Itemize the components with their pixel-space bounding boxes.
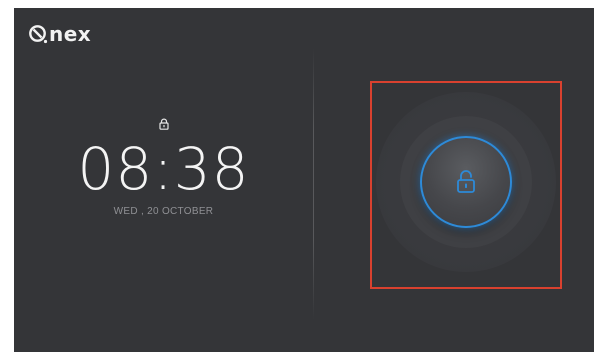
brand-logo: nex	[28, 24, 91, 44]
clock-time: 08:38	[77, 135, 250, 203]
divider	[313, 48, 314, 320]
unlock-highlight-frame	[370, 81, 562, 289]
lock-screen: nex 08:38 WED , 20 OCTOBER	[14, 8, 594, 352]
logo-text: nex	[49, 22, 92, 46]
nex-logo-icon	[29, 25, 48, 44]
clock-area: 08:38 WED , 20 OCTOBER	[14, 118, 313, 217]
clock-date: WED , 20 OCTOBER	[113, 206, 214, 217]
lock-icon	[158, 118, 169, 130]
